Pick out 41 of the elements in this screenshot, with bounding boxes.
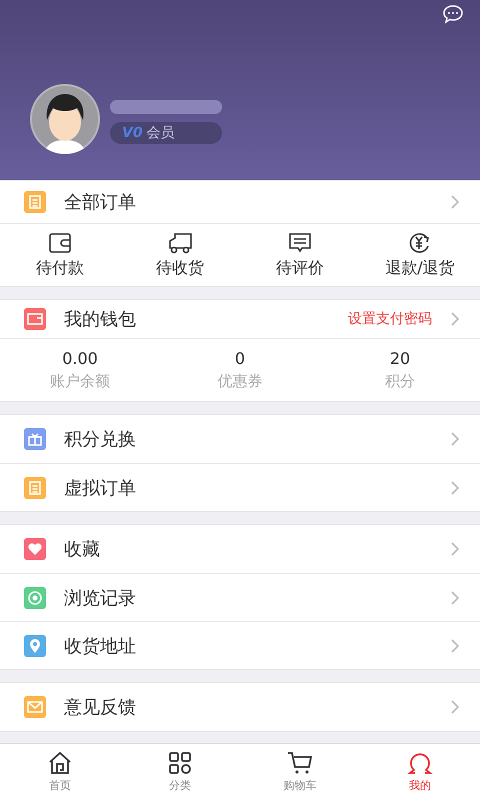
wallet-row[interactable]: 我的钱包 设置支付密码 <box>0 300 480 338</box>
chevron-icon <box>450 590 460 606</box>
wallet-icon <box>48 232 72 254</box>
menu-row[interactable]: 虚拟订单 <box>0 463 480 511</box>
home-icon <box>47 751 73 775</box>
menu-row[interactable]: 浏览记录 <box>0 573 480 621</box>
order-status-button[interactable]: 待付款 <box>0 224 120 286</box>
menu-row[interactable]: 收藏 <box>0 525 480 573</box>
order-status-button[interactable]: 退款/退货 <box>360 224 480 286</box>
chevron-icon <box>450 194 460 210</box>
menu-row[interactable]: 收货地址 <box>0 621 480 669</box>
wallet-stat[interactable]: 0 优惠券 <box>160 339 320 401</box>
grid-icon <box>168 751 192 775</box>
comment-icon <box>288 232 312 254</box>
tab[interactable]: 购物车 <box>240 744 360 800</box>
chevron-icon <box>450 699 460 715</box>
tab[interactable]: 分类 <box>120 744 240 800</box>
wallet-stat[interactable]: 20 积分 <box>320 339 480 401</box>
menu-row[interactable]: 意见反馈 <box>0 683 480 731</box>
wallet-icon <box>24 308 46 330</box>
chevron-icon <box>450 541 460 557</box>
chat-bubble-icon[interactable] <box>442 4 464 24</box>
yuan-refresh-icon <box>408 232 432 254</box>
set-password-link[interactable]: 设置支付密码 <box>348 310 432 328</box>
chevron-icon <box>450 311 460 327</box>
orders-row[interactable]: 全部订单 <box>0 181 480 223</box>
member-label: 会员 <box>146 124 175 142</box>
order-status-button[interactable]: 待收货 <box>120 224 240 286</box>
tab[interactable]: 首页 <box>0 744 120 800</box>
tab[interactable]: 我的 <box>360 744 480 800</box>
user-icon <box>407 751 433 775</box>
member-level: V0 <box>122 125 143 141</box>
wallet-stat[interactable]: 0.00 账户余额 <box>0 339 160 401</box>
cart-icon <box>287 751 313 775</box>
clipboard-icon <box>24 191 46 213</box>
order-status-button[interactable]: 待评价 <box>240 224 360 286</box>
chevron-icon <box>450 480 460 496</box>
chevron-icon <box>450 638 460 654</box>
menu-row[interactable]: 积分兑换 <box>0 415 480 463</box>
chevron-icon <box>450 431 460 447</box>
truck-icon <box>167 232 193 254</box>
